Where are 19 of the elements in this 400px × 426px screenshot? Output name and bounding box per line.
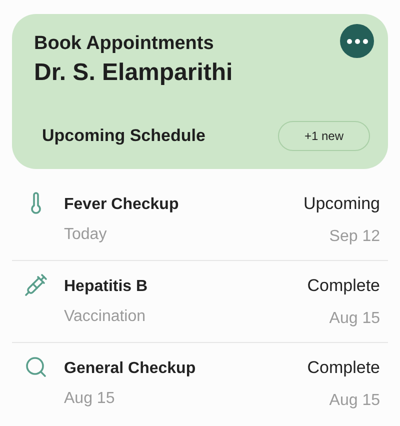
doctor-name: Dr. S. Elamparithi: [34, 58, 233, 88]
appointment-title: Hepatitis B: [64, 277, 149, 297]
appointment-subtitle: Today: [64, 225, 108, 245]
appointment-status: Complete: [307, 275, 380, 297]
appointment-status: Upcoming: [303, 193, 380, 215]
syringe-icon: [24, 273, 48, 297]
appointment-status: Complete: [307, 357, 380, 379]
new-badge[interactable]: +1 new: [278, 121, 370, 151]
section-heading: Upcoming Schedule: [42, 125, 206, 148]
appointment-title: General Checkup: [64, 359, 197, 379]
search-icon: [24, 355, 48, 379]
card-title: Book Appointments: [34, 32, 214, 56]
appointment-date: Aug 15: [329, 390, 380, 410]
appointment-date: Aug 15: [329, 308, 380, 328]
appointment-subtitle: Vaccination: [64, 307, 147, 327]
appointment-date: Sep 12: [329, 226, 380, 246]
appointment-subtitle: Aug 15: [64, 389, 116, 409]
more-button[interactable]: [340, 24, 374, 58]
appointment-title: Fever Checkup: [64, 195, 180, 215]
